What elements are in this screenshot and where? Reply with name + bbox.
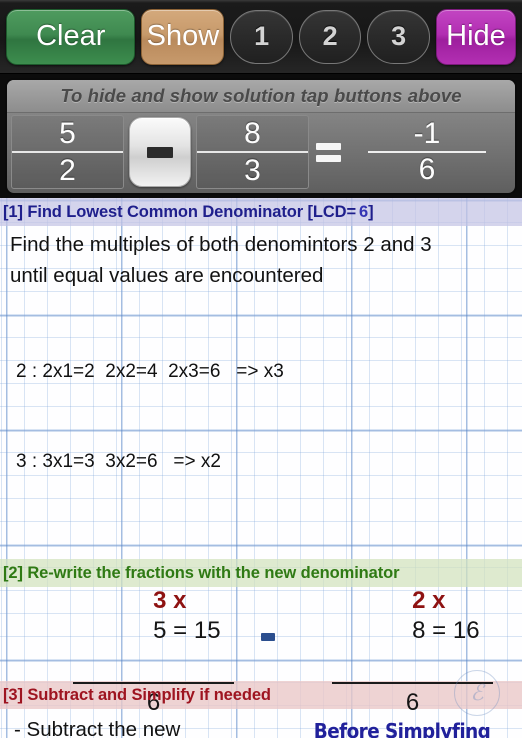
show-button[interactable]: Show xyxy=(141,8,225,65)
step-1-header-prefix: [1] Find Lowest Common Denominator [LCD= xyxy=(3,202,357,221)
step-3-body: - Subtract the new numerators: 15 - 16 =… xyxy=(0,709,522,738)
step-2-left-expression: 5 = 15 xyxy=(153,616,221,644)
lcd-value: 6 xyxy=(359,202,369,221)
equation-row: 5 2 8 3 -1 6 xyxy=(7,113,515,193)
step-2-right-expression: 8 = 16 xyxy=(412,616,480,644)
minus-icon xyxy=(147,146,173,158)
step-2-right-fraction: 2 x 8 = 16 6 xyxy=(305,556,520,719)
equation-panel-container: To hide and show solution tap buttons ab… xyxy=(0,74,522,198)
top-toolbar: Clear Show 1 2 3 Hide xyxy=(0,0,522,74)
multiples-line-3: 3 : 3x1=3 3x2=6 => x2 xyxy=(16,451,221,472)
equals-icon xyxy=(311,115,345,189)
result-denominator: 6 xyxy=(418,153,436,186)
step-1-header-suffix: ] xyxy=(368,202,374,221)
step-2-right-multiplier: 2 x xyxy=(412,586,446,614)
left-numerator-field[interactable]: 5 xyxy=(12,116,123,153)
result-fraction: -1 6 xyxy=(347,115,511,189)
step-button-1[interactable]: 1 xyxy=(230,9,293,64)
clear-button[interactable]: Clear xyxy=(6,8,136,65)
equation-panel: To hide and show solution tap buttons ab… xyxy=(5,78,517,195)
step-1-body: Find the multiples of both denomintors 2… xyxy=(0,226,522,291)
left-denominator-field[interactable]: 2 xyxy=(12,153,123,188)
step-2-left-bar xyxy=(73,681,234,685)
left-fraction-input[interactable]: 5 2 xyxy=(11,115,124,189)
step-1-header: [1] Find Lowest Common Denominator [LCD=… xyxy=(0,198,522,226)
step-2-fractions: 3 x 5 = 15 6 2 x 8 = 16 6 xyxy=(0,587,522,716)
step-2-right-numerator-line: 2 x 8 = 16 xyxy=(345,556,479,676)
step-1-multiples: 2 : 2x1=2 2x2=4 2x3=6 => x3 3 : 3x1=3 3x… xyxy=(0,291,522,537)
step-button-3[interactable]: 3 xyxy=(367,9,430,64)
solution-sheet: [1] Find Lowest Common Denominator [LCD=… xyxy=(0,198,522,738)
operator-button[interactable] xyxy=(129,117,191,187)
panel-hint-text: To hide and show solution tap buttons ab… xyxy=(7,80,515,113)
step-1-line-2: until equal values are encountered xyxy=(10,264,324,287)
step-2-left-multiplier: 3 x xyxy=(153,586,187,614)
right-numerator-field[interactable]: 8 xyxy=(197,116,308,153)
step-2-minus-icon xyxy=(261,633,275,641)
result-numerator: -1 xyxy=(413,117,441,150)
step-1-line-1: Find the multiples of both denomintors 2… xyxy=(10,233,432,256)
multiples-line-2: 2 : 2x1=2 2x2=4 2x3=6 => x3 xyxy=(16,361,284,382)
step-3-explanation: - Subtract the new numerators: 15 - 16 =… xyxy=(0,709,282,738)
hide-button[interactable]: Hide xyxy=(435,8,517,65)
before-simplifying-label: Before Simplyfing xyxy=(313,719,491,738)
step-2-left-numerator-line: 3 x 5 = 15 xyxy=(86,556,220,676)
step-2-right-bar xyxy=(332,681,493,685)
right-denominator-field[interactable]: 3 xyxy=(197,153,308,188)
step-button-2[interactable]: 2 xyxy=(298,9,362,64)
fraction-calculator-app: Clear Show 1 2 3 Hide To hide and show s… xyxy=(0,0,522,750)
right-fraction-input[interactable]: 8 3 xyxy=(196,115,309,189)
step-3-side-panel: Before Simplyfing -1 6 xyxy=(282,709,522,738)
step-3-line-1: - Subtract the new xyxy=(14,718,181,738)
